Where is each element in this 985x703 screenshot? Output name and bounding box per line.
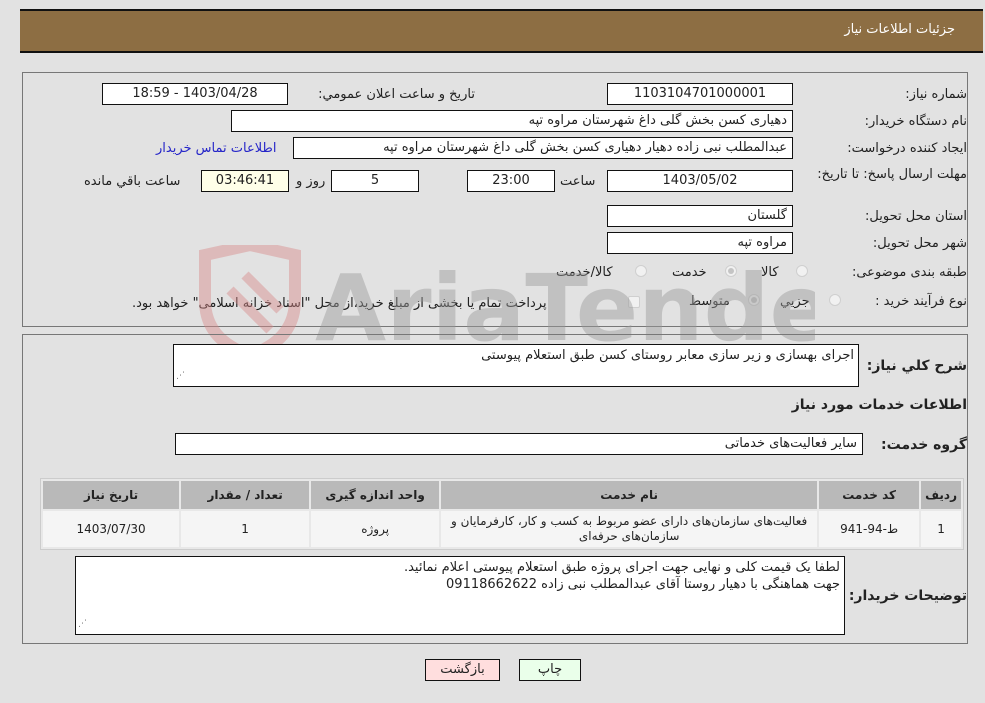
deadline-time-field: 23:00 xyxy=(467,170,555,192)
province-field: گلستان xyxy=(607,205,793,227)
days-label: روز و xyxy=(296,174,326,189)
col-header-row-number: رديف xyxy=(921,481,961,509)
col-header-quantity: تعداد / مقدار xyxy=(181,481,310,509)
remaining-days-field: 5 xyxy=(331,170,419,192)
requester-label: ایجاد کننده درخواست: xyxy=(847,141,967,156)
page-title: جزئیات اطلاعات نیاز xyxy=(844,22,955,37)
buyer-notes-textarea[interactable]: لطفا یک قیمت کلی و نهایی جهت اجرای پروژه… xyxy=(75,556,845,635)
announce-datetime-field: 1403/04/28 - 18:59 xyxy=(102,83,288,105)
need-number-label: شماره نیاز: xyxy=(905,87,967,102)
col-header-service-code: کد خدمت xyxy=(819,481,920,509)
table-header-row: رديف کد خدمت نام خدمت واحد اندازه گیری ت… xyxy=(43,481,961,509)
remaining-time-field: 03:46:41 xyxy=(201,170,289,192)
buyer-org-field: دهیاری کسن بخش گلی داغ شهرستان مراوه تپه xyxy=(231,110,793,132)
category-radio-service[interactable] xyxy=(725,265,737,277)
category-option-goods: کالا xyxy=(761,265,779,280)
buyer-notes-label: توضیحات خریدار: xyxy=(848,588,967,604)
purchase-type-option-minor: جزيي xyxy=(780,294,810,309)
col-header-need-date: تاریخ نیاز xyxy=(43,481,180,509)
col-header-unit: واحد اندازه گیری xyxy=(311,481,440,509)
cell-unit: پروژه xyxy=(311,511,440,547)
buyer-notes-line-2: جهت هماهنگی با دهیار روستا آقای عبدالمطل… xyxy=(446,577,840,592)
category-option-goods-service: کالا/خدمت xyxy=(556,265,613,280)
deadline-date-field: 1403/05/02 xyxy=(607,170,793,192)
remaining-time-label: ساعت باقي مانده xyxy=(84,174,181,189)
city-field: مراوه تپه xyxy=(607,232,793,254)
deadline-label: مهلت ارسال پاسخ: تا تاریخ: xyxy=(817,167,967,182)
category-radio-goods-service[interactable] xyxy=(635,265,647,277)
treasury-note: پرداخت تمام یا بخشی از مبلغ خرید،از محل … xyxy=(132,296,547,311)
cell-service-name: فعالیت‌های سازمان‌های دارای عضو مربوط به… xyxy=(441,511,818,547)
col-header-service-name: نام خدمت xyxy=(441,481,818,509)
resize-grip-icon[interactable]: ⋰ xyxy=(176,368,185,385)
print-button[interactable]: چاپ xyxy=(519,659,581,681)
category-option-service: خدمت xyxy=(672,265,707,280)
cell-need-date: 1403/07/30 xyxy=(43,511,180,547)
category-radio-goods[interactable] xyxy=(796,265,808,277)
purchase-type-label: نوع فرآیند خرید : xyxy=(875,294,967,309)
general-desc-text: اجرای بهسازی و زیر سازی معابر روستای کسن… xyxy=(481,348,854,363)
service-group-field: سایر فعالیت‌های خدماتی xyxy=(175,433,863,455)
cell-service-code: ط-94-941 xyxy=(819,511,920,547)
deadline-time-label: ساعت xyxy=(560,174,596,189)
city-label: شهر محل تحویل: xyxy=(872,236,967,251)
page-header: جزئیات اطلاعات نیاز xyxy=(20,9,983,53)
services-table: رديف کد خدمت نام خدمت واحد اندازه گیری ت… xyxy=(40,478,964,550)
back-button[interactable]: بازگشت xyxy=(425,659,500,681)
buyer-contact-link[interactable]: اطلاعات تماس خریدار xyxy=(156,141,276,156)
services-section-title: اطلاعات خدمات مورد نیاز xyxy=(791,397,967,413)
category-label: طبقه بندی موضوعی: xyxy=(851,265,967,280)
province-label: استان محل تحویل: xyxy=(865,209,967,224)
general-desc-label: شرح کلي نياز: xyxy=(866,358,967,374)
purchase-type-radio-medium[interactable] xyxy=(748,294,760,306)
need-number-field: 1103104701000001 xyxy=(607,83,793,105)
treasury-checkbox[interactable] xyxy=(628,296,640,308)
buyer-notes-line-1: لطفا یک قیمت کلی و نهایی جهت اجرای پروژه… xyxy=(403,560,840,575)
announce-datetime-label: تاریخ و ساعت اعلان عمومي: xyxy=(318,87,475,102)
resize-grip-icon[interactable]: ⋰ xyxy=(78,616,87,633)
cell-quantity: 1 xyxy=(181,511,310,547)
purchase-type-radio-minor[interactable] xyxy=(829,294,841,306)
purchase-type-option-medium: متوسط xyxy=(689,294,730,309)
cell-row-number: 1 xyxy=(921,511,961,547)
requester-field: عبدالمطلب نبی زاده دهیار دهیاری کسن بخش … xyxy=(293,137,793,159)
table-row: 1 ط-94-941 فعالیت‌های سازمان‌های دارای ع… xyxy=(43,511,961,547)
buyer-org-label: نام دستگاه خريدار: xyxy=(864,114,967,129)
general-desc-textarea[interactable]: اجرای بهسازی و زیر سازی معابر روستای کسن… xyxy=(173,344,859,387)
service-group-label: گروه خدمت: xyxy=(881,437,967,453)
